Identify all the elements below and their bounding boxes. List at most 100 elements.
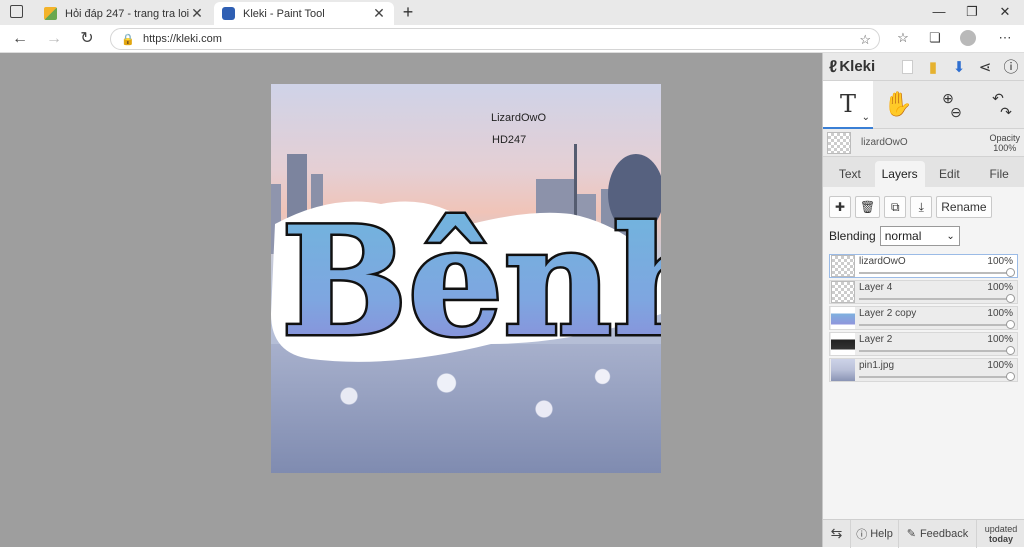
feedback-icon: ✎	[906, 528, 916, 540]
zoom-out-icon[interactable]: ⊖	[950, 105, 962, 119]
layer-name: Layer 2	[859, 334, 893, 345]
layer-name: Layer 4	[859, 282, 893, 293]
tab-edit[interactable]: Edit	[925, 161, 975, 187]
back-icon[interactable]: ←	[10, 29, 30, 49]
slider-knob[interactable]	[1006, 346, 1015, 355]
tab-file[interactable]: File	[974, 161, 1024, 187]
kleki-sidebar: ℓ Kleki ▮ ⬇ ⋖ ⓘ T ⌄ ✋ ⊕ ⊖ ↶ ↷ lizardOwO Opac…	[822, 53, 1024, 548]
minimize-button[interactable]: —	[929, 4, 949, 19]
zoom-in-icon[interactable]: ⊕	[942, 91, 954, 105]
canvas-text-lizard: LizardOwO	[491, 112, 547, 124]
layer-name: Layer 2 copy	[859, 308, 917, 319]
layer-opacity-slider[interactable]	[859, 268, 1015, 277]
blending-label: Blending	[829, 229, 876, 243]
browser-tab-kleki[interactable]: Kleki - Paint Tool ✕	[214, 2, 394, 25]
opacity-label: Opacity	[989, 132, 1020, 143]
download-icon[interactable]: ⬇	[946, 54, 972, 80]
collections-icon[interactable]: ❏	[925, 30, 945, 48]
redo-icon[interactable]: ↷	[1000, 105, 1012, 119]
undo-icon[interactable]: ↶	[992, 91, 1004, 105]
slider-knob[interactable]	[1006, 294, 1015, 303]
swap-side-icon[interactable]: ⇆	[823, 519, 851, 548]
tab-title: Hỏi đáp 247 - trang tra loi	[65, 7, 190, 20]
new-image-icon[interactable]	[894, 54, 920, 80]
layer-opacity: 100%	[987, 360, 1013, 371]
layer-thumbnail	[831, 281, 855, 303]
sidebar-footer: ⇆ ⓘ Help ✎ Feedback updated today	[823, 519, 1024, 548]
tab-layers[interactable]: Layers	[874, 161, 925, 187]
hand-tool-button[interactable]: ✋	[873, 81, 923, 129]
layer-list: lizardOwO 100% Layer 4 100% Layer 2 copy…	[829, 254, 1018, 382]
close-tab-icon[interactable]: ✕	[190, 5, 204, 22]
feedback-button[interactable]: ✎ Feedback	[899, 519, 977, 548]
layer-thumbnail	[831, 255, 855, 277]
slider-knob[interactable]	[1006, 268, 1015, 277]
canvas-text-hd247: HD247	[492, 134, 527, 146]
zoom-tool-button[interactable]: ⊕ ⊖	[923, 81, 973, 129]
favorite-star-icon[interactable]: ☆	[859, 32, 871, 48]
more-menu-icon[interactable]: ⋯	[995, 30, 1015, 48]
address-bar: ← → ↻ 🔒 https://kleki.com ☆ ☆ ❏ ⋯	[0, 25, 1024, 53]
updated-label: updated	[984, 523, 1018, 534]
duplicate-layer-button[interactable]: ⧉	[884, 196, 907, 218]
layer-thumbnail	[831, 359, 855, 381]
slider-knob[interactable]	[1006, 320, 1015, 329]
tab-text[interactable]: Text	[825, 161, 875, 187]
current-layer-info: lizardOwO Opacity 100%	[823, 129, 1024, 157]
feedback-label: Feedback	[919, 527, 969, 540]
tool-row: T ⌄ ✋ ⊕ ⊖ ↶ ↷	[823, 80, 1024, 129]
merge-layer-button[interactable]: ⤓	[910, 196, 933, 218]
undo-redo-button[interactable]: ↶ ↷	[973, 81, 1023, 129]
url-text: https://kleki.com	[143, 33, 222, 45]
layer-opacity-slider[interactable]	[859, 346, 1015, 355]
reload-icon[interactable]: ↻	[77, 29, 97, 49]
delete-layer-button[interactable]: 🗑	[855, 196, 881, 218]
kleki-favicon-icon	[222, 7, 235, 20]
chevron-down-icon: ⌄	[946, 230, 955, 242]
hoidap-favicon-icon	[44, 7, 57, 20]
layer-item[interactable]: Layer 2 100%	[829, 332, 1018, 356]
restore-button[interactable]: ❐	[962, 4, 982, 20]
share-icon[interactable]: ⋖	[972, 54, 998, 80]
layer-item[interactable]: Layer 2 copy 100%	[829, 306, 1018, 330]
sidebar-top-bar: ℓ Kleki ▮ ⬇ ⋖ ⓘ	[823, 53, 1024, 81]
layer-item[interactable]: lizardOwO 100%	[829, 254, 1018, 278]
drawing-canvas[interactable]: Bênh LizardOwO HD247	[271, 84, 661, 473]
close-window-button[interactable]: ✕	[995, 4, 1015, 20]
profile-avatar[interactable]	[960, 30, 976, 46]
layer-opacity: 100%	[987, 334, 1013, 345]
current-layer-thumbnail	[827, 131, 851, 154]
help-circle-icon[interactable]: ⓘ	[998, 54, 1024, 80]
sticker-text: Bênh	[281, 194, 661, 369]
layer-opacity-slider[interactable]	[859, 372, 1015, 381]
help-label: Help	[870, 527, 893, 540]
kleki-logo[interactable]: ℓ Kleki	[829, 57, 875, 77]
new-tab-button[interactable]: +	[398, 2, 418, 23]
logo-text: Kleki	[839, 58, 876, 75]
close-tab-icon[interactable]: ✕	[372, 5, 386, 22]
slider-knob[interactable]	[1006, 372, 1015, 381]
browser-tab-hoidap[interactable]: Hỏi đáp 247 - trang tra loi ✕	[36, 2, 212, 25]
layer-thumbnail	[831, 307, 855, 329]
chevron-down-icon: ⌄	[861, 111, 870, 123]
open-folder-icon[interactable]: ▮	[920, 54, 946, 80]
layer-thumbnail	[831, 333, 855, 355]
panel-tabs: Text Layers Edit File	[823, 157, 1024, 187]
rename-button[interactable]: Rename	[936, 196, 992, 218]
favorites-icon[interactable]: ☆	[893, 30, 913, 48]
lock-icon: 🔒	[121, 33, 135, 46]
layer-item[interactable]: pin1.jpg 100%	[829, 358, 1018, 382]
tab-actions-icon[interactable]	[10, 5, 23, 18]
layers-panel: ✚ 🗑 ⧉ ⤓ Rename Blending normal ⌄ lizardO…	[823, 187, 1024, 534]
text-tool-button[interactable]: T ⌄	[823, 80, 873, 129]
layer-item[interactable]: Layer 4 100%	[829, 280, 1018, 304]
add-layer-button[interactable]: ✚	[829, 196, 851, 218]
layer-opacity-slider[interactable]	[859, 294, 1015, 303]
layer-opacity-slider[interactable]	[859, 320, 1015, 329]
forward-icon[interactable]: →	[44, 29, 64, 49]
help-button[interactable]: ⓘ Help	[851, 519, 899, 548]
browser-tab-bar: Hỏi đáp 247 - trang tra loi ✕ Kleki - Pa…	[0, 0, 1024, 25]
updated-badge[interactable]: updated today	[977, 520, 1024, 548]
blending-select[interactable]: normal ⌄	[879, 226, 960, 246]
url-input[interactable]: 🔒 https://kleki.com ☆	[110, 28, 880, 50]
